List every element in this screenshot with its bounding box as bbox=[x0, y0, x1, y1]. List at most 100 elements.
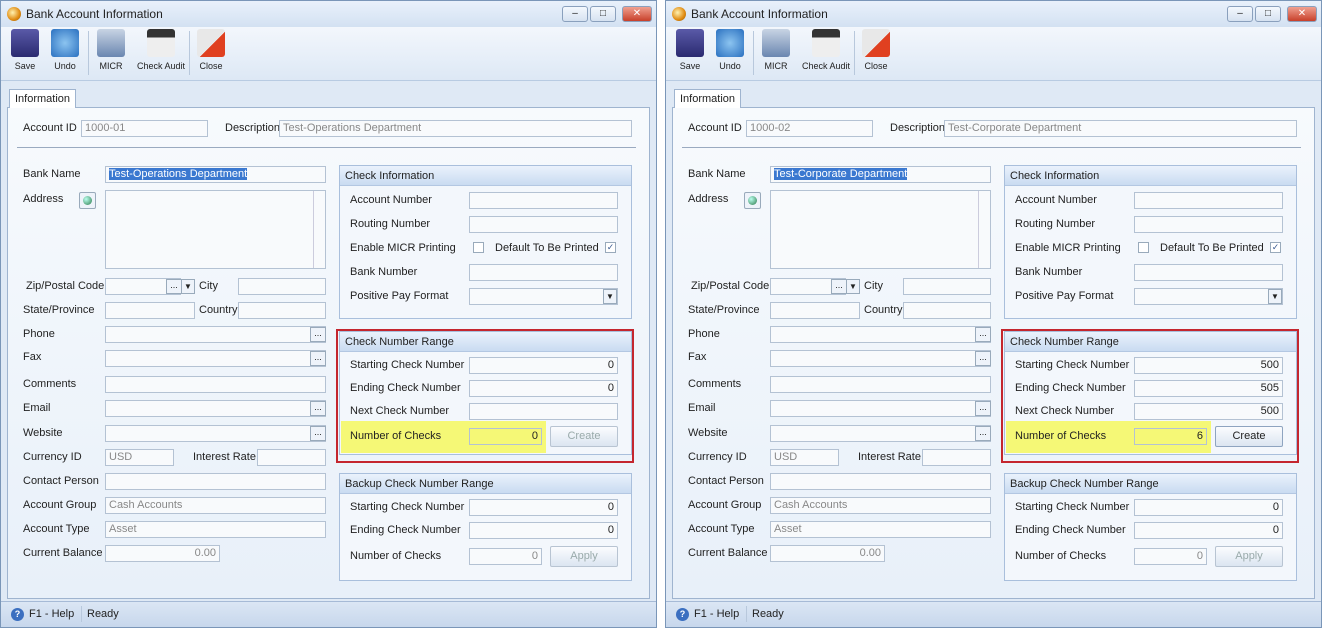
zip-dropdown-button[interactable]: ▼ bbox=[846, 279, 860, 294]
maximize-button[interactable]: □ bbox=[590, 6, 616, 22]
micr-button[interactable]: MICR bbox=[758, 29, 794, 71]
help-icon[interactable]: ? bbox=[676, 608, 689, 621]
interest-rate-field[interactable] bbox=[257, 449, 326, 466]
account-number-field[interactable] bbox=[1134, 192, 1283, 209]
backup-number-of-checks-field[interactable]: 0 bbox=[469, 548, 542, 565]
backup-ending-field[interactable]: 0 bbox=[469, 522, 618, 539]
website-lookup-button[interactable]: ... bbox=[310, 426, 326, 441]
backup-starting-field[interactable]: 0 bbox=[1134, 499, 1283, 516]
bank-name-field[interactable]: Test-Operations Department bbox=[105, 166, 326, 183]
phone-field[interactable] bbox=[770, 326, 991, 343]
phone-field[interactable] bbox=[105, 326, 326, 343]
undo-button[interactable]: Undo bbox=[47, 29, 83, 71]
address-textarea[interactable] bbox=[770, 190, 991, 269]
backup-starting-field[interactable]: 0 bbox=[469, 499, 618, 516]
save-button[interactable]: Save bbox=[7, 29, 43, 71]
email-field[interactable] bbox=[105, 400, 326, 417]
next-check-field[interactable] bbox=[469, 403, 618, 420]
starting-check-field[interactable]: 500 bbox=[1134, 357, 1283, 374]
email-field[interactable] bbox=[770, 400, 991, 417]
close-window-button[interactable]: ✕ bbox=[622, 6, 652, 22]
create-button[interactable]: Create bbox=[550, 426, 618, 447]
account-number-field[interactable] bbox=[469, 192, 618, 209]
zip-lookup-button[interactable]: ... bbox=[166, 279, 182, 294]
create-button[interactable]: Create bbox=[1215, 426, 1283, 447]
check-audit-button[interactable]: Check Audit bbox=[131, 29, 191, 71]
phone-lookup-button[interactable]: ... bbox=[975, 327, 991, 342]
account-type-field[interactable]: Asset bbox=[770, 521, 991, 538]
next-check-field[interactable]: 500 bbox=[1134, 403, 1283, 420]
positive-pay-dropdown-button[interactable]: ▼ bbox=[603, 289, 617, 304]
maximize-button[interactable]: □ bbox=[1255, 6, 1281, 22]
number-of-checks-field[interactable]: 0 bbox=[469, 428, 542, 445]
positive-pay-dropdown-button[interactable]: ▼ bbox=[1268, 289, 1282, 304]
routing-number-field[interactable] bbox=[469, 216, 618, 233]
apply-button[interactable]: Apply bbox=[1215, 546, 1283, 567]
minimize-button[interactable]: – bbox=[1227, 6, 1253, 22]
account-group-field[interactable]: Cash Accounts bbox=[105, 497, 326, 514]
address-scrollbar[interactable] bbox=[978, 191, 990, 268]
zip-dropdown-button[interactable]: ▼ bbox=[181, 279, 195, 294]
map-button[interactable] bbox=[744, 192, 761, 209]
description-field[interactable]: Test-Corporate Department bbox=[944, 120, 1297, 137]
number-of-checks-field[interactable]: 6 bbox=[1134, 428, 1207, 445]
email-lookup-button[interactable]: ... bbox=[975, 401, 991, 416]
zip-lookup-button[interactable]: ... bbox=[831, 279, 847, 294]
ending-check-field[interactable]: 505 bbox=[1134, 380, 1283, 397]
tab-information[interactable]: Information bbox=[9, 89, 77, 108]
positive-pay-select[interactable] bbox=[469, 288, 618, 305]
save-button[interactable]: Save bbox=[672, 29, 708, 71]
close-button[interactable]: Close bbox=[858, 29, 894, 71]
website-field[interactable] bbox=[770, 425, 991, 442]
close-button[interactable]: Close bbox=[193, 29, 229, 71]
enable-micr-checkbox[interactable] bbox=[473, 242, 484, 253]
account-group-field[interactable]: Cash Accounts bbox=[770, 497, 991, 514]
country-field[interactable] bbox=[238, 302, 326, 319]
comments-field[interactable] bbox=[770, 376, 991, 393]
country-field[interactable] bbox=[903, 302, 991, 319]
interest-rate-field[interactable] bbox=[922, 449, 991, 466]
current-balance-field[interactable]: 0.00 bbox=[105, 545, 220, 562]
map-button[interactable] bbox=[79, 192, 96, 209]
city-field[interactable] bbox=[903, 278, 991, 295]
state-field[interactable] bbox=[105, 302, 195, 319]
comments-field[interactable] bbox=[105, 376, 326, 393]
website-field[interactable] bbox=[105, 425, 326, 442]
bank-name-field[interactable]: Test-Corporate Department bbox=[770, 166, 991, 183]
city-field[interactable] bbox=[238, 278, 326, 295]
micr-button[interactable]: MICR bbox=[93, 29, 129, 71]
default-printed-checkbox[interactable]: ✓ bbox=[1270, 242, 1281, 253]
fax-lookup-button[interactable]: ... bbox=[310, 351, 326, 366]
apply-button[interactable]: Apply bbox=[550, 546, 618, 567]
current-balance-field[interactable]: 0.00 bbox=[770, 545, 885, 562]
description-field[interactable]: Test-Operations Department bbox=[279, 120, 632, 137]
phone-lookup-button[interactable]: ... bbox=[310, 327, 326, 342]
undo-button[interactable]: Undo bbox=[712, 29, 748, 71]
help-icon[interactable]: ? bbox=[11, 608, 24, 621]
website-lookup-button[interactable]: ... bbox=[975, 426, 991, 441]
account-type-field[interactable]: Asset bbox=[105, 521, 326, 538]
help-label[interactable]: F1 - Help bbox=[29, 608, 74, 620]
fax-lookup-button[interactable]: ... bbox=[975, 351, 991, 366]
account-id-field[interactable]: 1000-01 bbox=[81, 120, 208, 137]
close-window-button[interactable]: ✕ bbox=[1287, 6, 1317, 22]
tab-information[interactable]: Information bbox=[674, 89, 742, 108]
fax-field[interactable] bbox=[105, 350, 326, 367]
currency-id-field[interactable]: USD bbox=[105, 449, 174, 466]
address-scrollbar[interactable] bbox=[313, 191, 325, 268]
routing-number-field[interactable] bbox=[1134, 216, 1283, 233]
enable-micr-checkbox[interactable] bbox=[1138, 242, 1149, 253]
state-field[interactable] bbox=[770, 302, 860, 319]
email-lookup-button[interactable]: ... bbox=[310, 401, 326, 416]
backup-number-of-checks-field[interactable]: 0 bbox=[1134, 548, 1207, 565]
contact-person-field[interactable] bbox=[770, 473, 991, 490]
ending-check-field[interactable]: 0 bbox=[469, 380, 618, 397]
bank-number-field[interactable] bbox=[469, 264, 618, 281]
bank-number-field[interactable] bbox=[1134, 264, 1283, 281]
help-label[interactable]: F1 - Help bbox=[694, 608, 739, 620]
backup-ending-field[interactable]: 0 bbox=[1134, 522, 1283, 539]
address-textarea[interactable] bbox=[105, 190, 326, 269]
positive-pay-select[interactable] bbox=[1134, 288, 1283, 305]
contact-person-field[interactable] bbox=[105, 473, 326, 490]
minimize-button[interactable]: – bbox=[562, 6, 588, 22]
